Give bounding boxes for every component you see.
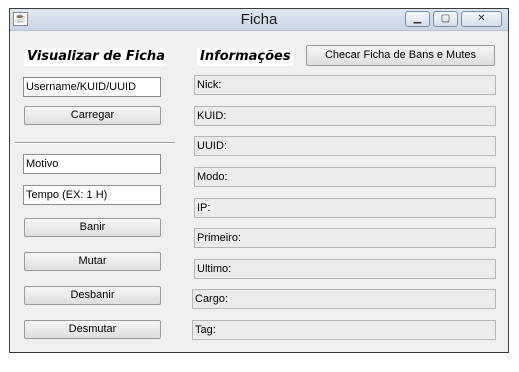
username-field[interactable]: Username/KUID/UUID xyxy=(23,77,161,97)
maximize-icon[interactable]: ▢ xyxy=(433,11,458,27)
info-mode: Modo: xyxy=(194,167,496,187)
view-heading: Visualizar de Ficha xyxy=(24,48,166,66)
window-content: Visualizar de Ficha Username/KUID/UUID C… xyxy=(10,31,508,352)
ban-button[interactable]: Banir xyxy=(24,218,161,237)
unmute-button[interactable]: Desmutar xyxy=(24,320,161,339)
info-role: Cargo: xyxy=(192,289,496,309)
info-last: Ultimo: xyxy=(194,259,496,279)
info-nick: Nick: xyxy=(194,75,496,95)
info-heading: Informações xyxy=(197,48,293,66)
info-first: Primeiro: xyxy=(194,228,496,248)
reason-field[interactable]: Motivo xyxy=(23,154,161,174)
minimize-icon[interactable]: ▁ xyxy=(405,11,430,27)
close-icon[interactable]: ✕ xyxy=(461,11,502,27)
info-tag: Tag: xyxy=(192,320,496,340)
info-kuid: KUID: xyxy=(194,106,496,126)
info-uuid: UUID: xyxy=(194,136,496,156)
time-field[interactable]: Tempo (EX: 1 H) xyxy=(23,185,161,205)
divider xyxy=(15,142,175,144)
mute-button[interactable]: Mutar xyxy=(24,252,161,271)
ficha-window: ☕ Ficha ▁ ▢ ✕ Visualizar de Ficha Userna… xyxy=(9,8,509,353)
load-button[interactable]: Carregar xyxy=(24,106,161,125)
unban-button[interactable]: Desbanir xyxy=(24,286,161,305)
title-bar[interactable]: ☕ Ficha ▁ ▢ ✕ xyxy=(10,9,508,31)
check-records-button[interactable]: Checar Ficha de Bans e Mutes xyxy=(306,45,495,66)
info-ip: IP: xyxy=(194,198,496,218)
